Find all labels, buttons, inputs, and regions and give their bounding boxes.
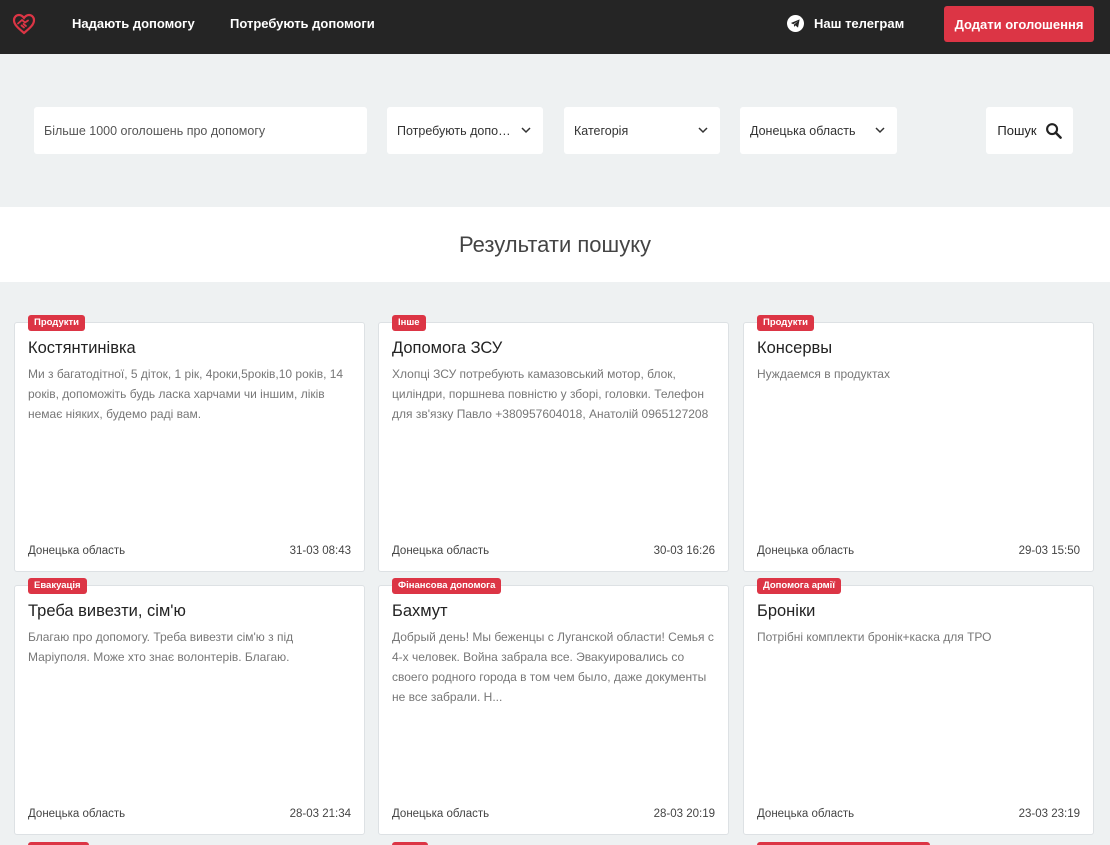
search-button[interactable]: Пошук: [986, 107, 1073, 154]
category-badge: Інше: [392, 315, 426, 331]
search-panel: Потребують допомоги Категорія Донецька о…: [0, 54, 1110, 207]
category-badge: Евакуація: [28, 578, 87, 594]
card-region: Донецька область: [757, 808, 855, 820]
search-icon: [1045, 123, 1062, 139]
card-region: Донецька область: [757, 545, 855, 557]
card-region: Донецька область: [28, 545, 126, 557]
card-date: 23-03 23:19: [1018, 808, 1080, 820]
search-button-label: Пошук: [997, 123, 1037, 138]
listing-card[interactable]: Допомога армії Броніки Потрібні комплект…: [743, 578, 1094, 835]
card-description: Добрый день! Мы беженцы с Луганской обла…: [392, 630, 714, 704]
card-title: Консервы: [757, 339, 833, 357]
chevron-down-icon: [698, 127, 708, 134]
card-title: Допомога ЗСУ: [392, 339, 503, 357]
category-select-value: Категорія: [574, 123, 629, 138]
card-title: Броніки: [757, 602, 816, 620]
heart-handshake-logo-icon[interactable]: [12, 12, 36, 36]
listing-card[interactable]: Продукти Консервы Нуждаемся в продуктах …: [743, 315, 1094, 572]
card-description: Ми з багатодітної, 5 діток, 1 рік, 4роки…: [28, 367, 344, 421]
card-title: Костянтинівка: [28, 339, 136, 357]
listing-card[interactable]: Фінансова допомога Бахмут Добрый день! М…: [378, 578, 729, 835]
telegram-label: Наш телеграм: [814, 16, 905, 31]
category-badge: Продукти: [28, 315, 85, 331]
region-select[interactable]: Донецька область: [740, 107, 897, 154]
card-region: Донецька область: [392, 808, 490, 820]
card-title: Треба вивезти, сім'ю: [28, 602, 186, 620]
card-region: Донецька область: [28, 808, 126, 820]
chevron-down-icon: [521, 127, 531, 134]
listing-card[interactable]: Евакуація Треба вивезти, сім'ю Благаю пр…: [14, 578, 365, 835]
card-description: Потрібні комплекти бронік+каска для ТРО: [757, 630, 992, 644]
help-type-select-value: Потребують допомоги: [397, 123, 511, 138]
telegram-link[interactable]: Наш телеграм: [787, 15, 904, 32]
category-select[interactable]: Категорія: [564, 107, 720, 154]
category-badge: Фінансова допомога: [392, 578, 502, 594]
card-description: Благаю про допомогу. Треба вивезти сім'ю…: [28, 630, 294, 664]
region-select-value: Донецька область: [750, 123, 856, 138]
card-description: Нуждаемся в продуктах: [757, 367, 890, 381]
card-date: 30-03 16:26: [653, 545, 715, 557]
add-listing-button[interactable]: Додати оголошення: [944, 6, 1094, 42]
card-date: 28-03 20:19: [653, 808, 715, 820]
card-description: Хлопці ЗСУ потребують камазовський мотор…: [392, 367, 709, 421]
results-title: Результати пошуку: [458, 231, 652, 257]
card-date: 28-03 21:34: [289, 808, 351, 820]
category-badge: Допомога армії: [757, 578, 841, 594]
chevron-down-icon: [875, 127, 885, 134]
nav-give-help-link[interactable]: Надають допомогу: [72, 16, 195, 31]
listing-card[interactable]: Інше Допомога ЗСУ Хлопці ЗСУ потребують …: [378, 315, 729, 572]
card-region: Донецька область: [392, 545, 490, 557]
nav-need-help-link[interactable]: Потребують допомоги: [230, 16, 375, 31]
telegram-icon: [787, 15, 804, 32]
card-date: 31-03 08:43: [289, 545, 351, 557]
top-navbar: Надають допомогу Потребують допомоги Наш…: [0, 0, 1110, 54]
search-input[interactable]: [34, 107, 367, 154]
results-header: Результати пошуку: [0, 207, 1110, 282]
card-date: 29-03 15:50: [1018, 545, 1080, 557]
category-badge: Продукти: [757, 315, 814, 331]
help-type-select[interactable]: Потребують допомоги: [387, 107, 543, 154]
listing-card[interactable]: Продукти Костянтинівка Ми з багатодітної…: [14, 315, 365, 572]
card-title: Бахмут: [392, 602, 448, 620]
